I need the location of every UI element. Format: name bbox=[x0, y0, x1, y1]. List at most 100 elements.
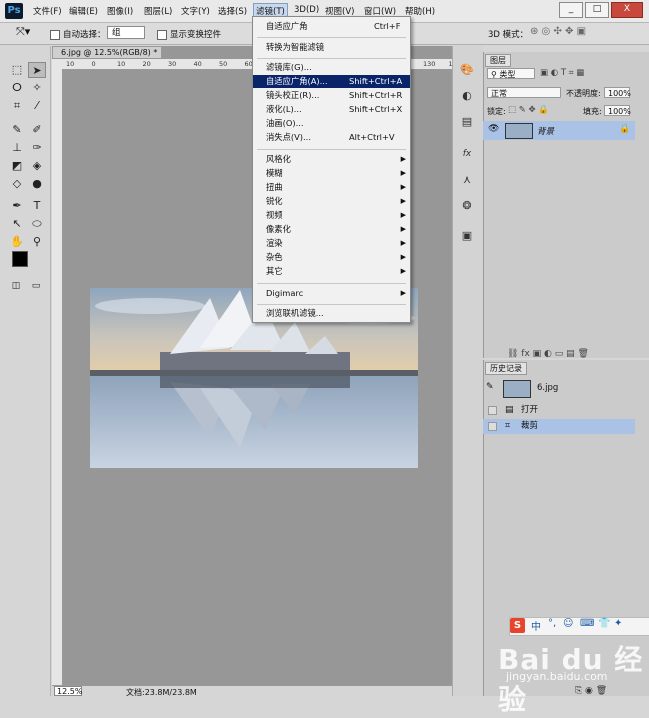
lock-icons[interactable]: ⬚ ✎ ✥ 🔒 bbox=[508, 105, 549, 115]
properties-icon[interactable]: ▣ bbox=[458, 228, 476, 244]
marquee-tool-icon[interactable]: ⬚ bbox=[8, 62, 26, 78]
zoom-level-field[interactable]: 12.5% bbox=[54, 686, 82, 696]
tab-layers[interactable]: 图层 bbox=[485, 54, 511, 67]
document-tab[interactable]: 6.jpg @ 12.5%(RGB/8) * × bbox=[52, 46, 162, 69]
menu-image[interactable]: 图像(I) bbox=[107, 5, 133, 17]
healing-brush-icon[interactable]: ✎ bbox=[8, 122, 26, 138]
ime-punct-icon[interactable]: °, bbox=[548, 618, 556, 629]
maximize-button[interactable]: □ bbox=[585, 2, 609, 18]
tools-panel: ⬚ ➤ ⵔ ✧ ⌗ ⁄ ✎ ✐ ⊥ ✑ ◩ ◈ ◇ ● ✒ T ↖ ⬭ ✋ ⚲ … bbox=[3, 46, 51, 696]
history-step[interactable]: ▤ 打开 bbox=[483, 403, 635, 418]
dodge-tool-icon[interactable]: ● bbox=[28, 176, 46, 192]
blur-tool-icon[interactable]: ◇ bbox=[8, 176, 26, 192]
menu-item-pixelate[interactable]: 像素化 ▶ bbox=[253, 223, 410, 236]
menu-item-noise[interactable]: 杂色 ▶ bbox=[253, 251, 410, 264]
menu-item-sharpen[interactable]: 锐化 ▶ bbox=[253, 195, 410, 208]
3d-mode-icons[interactable]: ⊛ ◎ ✣ ✥ ▣ bbox=[530, 26, 586, 37]
minimize-button[interactable]: _ bbox=[559, 2, 583, 18]
shape-tool-icon[interactable]: ⬭ bbox=[28, 216, 46, 232]
ime-skin-icon[interactable]: 👕 bbox=[598, 618, 610, 629]
ime-lang-icon[interactable]: 中 bbox=[531, 618, 541, 633]
opacity-field[interactable]: 100% bbox=[604, 87, 631, 98]
layers-footer-icons[interactable]: ⛓ fx ▣ ◐ ▭ ▤ 🗑 bbox=[507, 349, 649, 359]
menu-item-last-filter[interactable]: 自适应广角 Ctrl+F bbox=[253, 20, 410, 33]
menu-3d[interactable]: 3D(D) bbox=[294, 5, 319, 15]
menu-item-render[interactable]: 渲染 ▶ bbox=[253, 237, 410, 250]
styles-icon[interactable]: ▤ bbox=[458, 114, 476, 130]
foreground-color-swatch[interactable] bbox=[12, 251, 28, 267]
magic-wand-icon[interactable]: ✧ bbox=[28, 80, 46, 96]
history-step[interactable]: ⌗ 裁剪 bbox=[483, 419, 635, 434]
auto-select-dropdown[interactable]: 组 bbox=[107, 26, 145, 39]
submenu-arrow-icon: ▶ bbox=[400, 211, 406, 219]
close-button[interactable]: X bbox=[611, 2, 643, 18]
menu-item-browse-online[interactable]: 浏览联机滤镜... bbox=[253, 307, 410, 320]
panel-icon-strip bbox=[452, 46, 483, 696]
document-info[interactable]: 文档:23.8M/23.8M bbox=[126, 687, 197, 698]
quick-mask-icon[interactable]: ◫ bbox=[7, 278, 25, 294]
crop-tool-icon[interactable]: ⌗ bbox=[8, 98, 26, 114]
menu-item-vanishing-point[interactable]: 消失点(V)... Alt+Ctrl+V bbox=[253, 131, 410, 144]
menu-type[interactable]: 文字(Y) bbox=[181, 5, 210, 17]
layer-filter-icons[interactable]: ▣ ◐ T ⌗ ▦ bbox=[540, 68, 584, 78]
mode-3d-label: 3D 模式： bbox=[488, 30, 529, 40]
screen-mode-icon[interactable]: ▭ bbox=[27, 278, 45, 294]
3d-panel-icon[interactable]: ⋏ bbox=[458, 172, 476, 188]
submenu-arrow-icon: ▶ bbox=[400, 183, 406, 191]
fx-icon[interactable]: fx bbox=[458, 146, 476, 162]
menu-item-other[interactable]: 其它 ▶ bbox=[253, 265, 410, 278]
clone-source-icon[interactable]: ❂ bbox=[458, 198, 476, 214]
menu-item-smart-filter[interactable]: 转换为智能滤镜 bbox=[253, 41, 410, 54]
blend-mode-dropdown[interactable]: 正常 bbox=[487, 87, 561, 98]
history-snapshot[interactable]: ✎ 6.jpg bbox=[483, 378, 635, 398]
history-brush-icon[interactable]: ✑ bbox=[28, 140, 46, 156]
eyedropper-icon[interactable]: ⁄ bbox=[28, 98, 46, 114]
status-bar bbox=[52, 685, 452, 698]
menu-file[interactable]: 文件(F) bbox=[33, 5, 62, 17]
menu-edit[interactable]: 编辑(E) bbox=[69, 5, 98, 17]
filter-menu: 自适应广角 Ctrl+F 转换为智能滤镜 滤镜库(G)... 自适应广角(A)..… bbox=[252, 16, 411, 323]
move-tool-icon[interactable]: ➤ bbox=[28, 62, 46, 78]
menu-item-filter-gallery[interactable]: 滤镜库(G)... bbox=[253, 61, 410, 74]
move-tool-icon[interactable]: ⤧▾ bbox=[16, 25, 30, 39]
sogou-logo[interactable]: S bbox=[510, 618, 525, 633]
pen-tool-icon[interactable]: ✒ bbox=[8, 198, 26, 214]
history-brush-source-icon[interactable]: ✎ bbox=[486, 380, 494, 395]
type-tool-icon[interactable]: T bbox=[28, 198, 46, 214]
menu-item-video[interactable]: 视频 ▶ bbox=[253, 209, 410, 222]
auto-select-checkbox[interactable]: 自动选择： bbox=[50, 28, 106, 40]
adjustments-icon[interactable]: ◐ bbox=[458, 88, 476, 104]
menu-item-oil-paint[interactable]: 油画(O)... bbox=[253, 117, 410, 130]
brush-tool-icon[interactable]: ✐ bbox=[28, 122, 46, 138]
tab-history[interactable]: 历史记录 bbox=[485, 362, 527, 375]
eraser-icon[interactable]: ◩ bbox=[8, 158, 26, 174]
menu-layer[interactable]: 图层(L) bbox=[144, 5, 172, 17]
watermark-url: jingyan.baidu.com bbox=[506, 670, 608, 683]
paint-bucket-icon[interactable]: ◈ bbox=[28, 158, 46, 174]
color-panel-icon[interactable]: 🎨 bbox=[458, 62, 476, 78]
clone-stamp-icon[interactable]: ⊥ bbox=[8, 140, 26, 156]
menu-item-distort[interactable]: 扭曲 ▶ bbox=[253, 181, 410, 194]
layer-row-background[interactable]: 👁 背景 🔒 bbox=[483, 121, 635, 140]
menu-item-digimarc[interactable]: Digimarc ▶ bbox=[253, 287, 410, 300]
path-select-icon[interactable]: ↖ bbox=[8, 216, 26, 232]
ruler-tick: 0 bbox=[91, 60, 96, 68]
menu-item-blur[interactable]: 模糊 ▶ bbox=[253, 167, 410, 180]
eye-icon[interactable]: 👁 bbox=[488, 124, 499, 134]
show-transform-checkbox[interactable]: 显示变换控件 bbox=[157, 28, 221, 40]
menu-item-liquify[interactable]: 液化(L)... Shift+Ctrl+X bbox=[253, 103, 410, 116]
ime-emoji-icon[interactable]: ☺ bbox=[563, 618, 573, 629]
ruler-tick: 40 bbox=[193, 60, 202, 68]
lasso-tool-icon[interactable]: ⵔ bbox=[8, 80, 26, 96]
ime-keyboard-icon[interactable]: ⌨ bbox=[580, 618, 594, 629]
zoom-tool-icon[interactable]: ⚲ bbox=[28, 234, 46, 250]
menu-item-stylize[interactable]: 风格化 ▶ bbox=[253, 153, 410, 166]
menu-separator bbox=[257, 37, 406, 38]
menu-item-lens-correction[interactable]: 镜头校正(R)... Shift+Ctrl+R bbox=[253, 89, 410, 102]
ime-tools-icon[interactable]: ✦ bbox=[614, 618, 622, 629]
layer-filter-kind[interactable]: ⚲ 类型 bbox=[487, 68, 535, 79]
menu-select[interactable]: 选择(S) bbox=[218, 5, 247, 17]
menu-item-adaptive-wide-angle[interactable]: 自适应广角(A)... Shift+Ctrl+A bbox=[253, 75, 410, 88]
fill-field[interactable]: 100% bbox=[604, 105, 631, 116]
hand-tool-icon[interactable]: ✋ bbox=[8, 234, 26, 250]
